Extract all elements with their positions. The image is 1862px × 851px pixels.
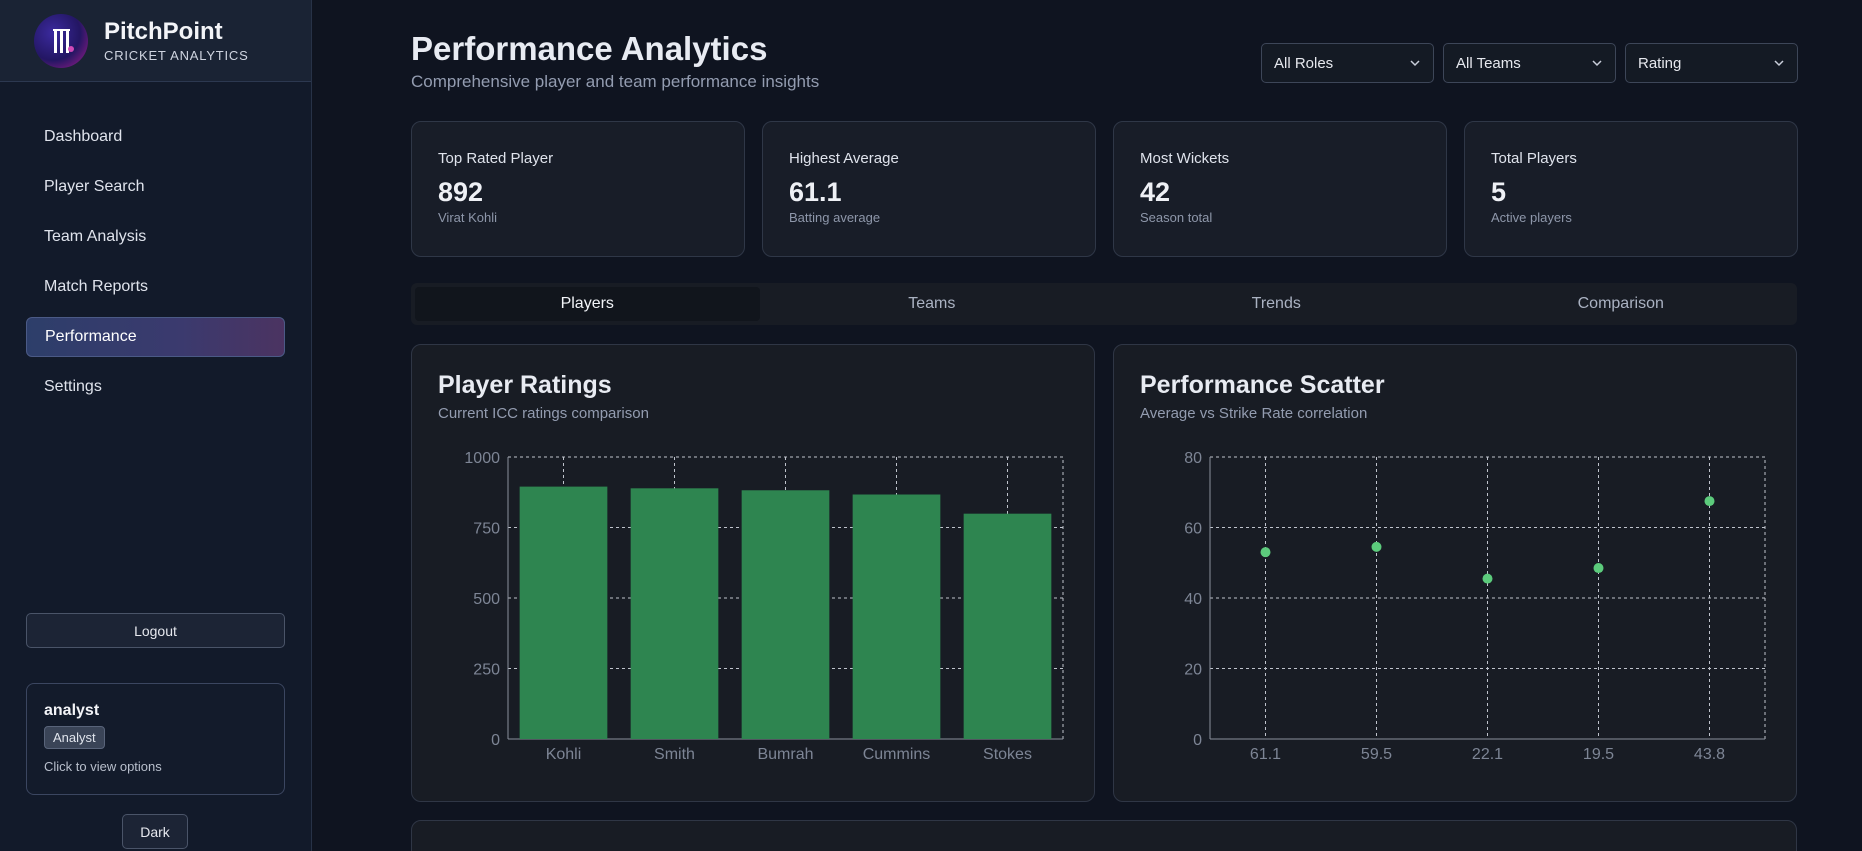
stat-note: Virat Kohli — [438, 210, 498, 225]
stat-value: 42 — [1140, 177, 1171, 207]
scatter-point — [1482, 573, 1493, 584]
tab-teams[interactable]: Teams — [760, 287, 1105, 321]
scatter-y-tick-label: 60 — [1184, 521, 1202, 538]
brand-name: PitchPoint — [104, 18, 223, 45]
sidebar-item-performance[interactable]: Performance — [26, 317, 285, 357]
ratings-x-tick-label: Cummins — [863, 746, 931, 763]
user-name: analyst — [44, 702, 100, 719]
sidebar-item-player-search[interactable]: Player Search — [26, 167, 285, 207]
ratings-y-tick-label: 250 — [473, 662, 500, 679]
player-ratings-panel: Player Ratings Current ICC ratings compa… — [411, 344, 1095, 802]
player-ratings-chart: 0 250 500 750 1000 Kohli Smith Bumrah Cummins Sto… — [464, 450, 1064, 763]
stat-note: Season total — [1140, 210, 1213, 225]
rating-bar — [852, 494, 941, 739]
ratings-y-tick-label: 750 — [473, 521, 500, 538]
ratings-y-tick-label: 0 — [491, 732, 500, 749]
stat-card-most-wickets: Most Wickets 42 Season total — [1113, 121, 1447, 257]
role-filter-select[interactable]: All Roles — [1261, 43, 1434, 83]
ratings-y-tick-label: 1000 — [464, 450, 500, 467]
rating-bar — [630, 488, 719, 739]
sidebar-item-match-reports[interactable]: Match Reports — [26, 267, 285, 307]
user-card[interactable]: analyst Analyst Click to view options — [26, 683, 285, 795]
performance-scatter-panel: Performance Scatter Average vs Strike Ra… — [1113, 344, 1797, 802]
theme-toggle-button[interactable]: Dark — [122, 814, 188, 849]
logout-button[interactable]: Logout — [26, 613, 285, 648]
scatter-y-tick-label: 40 — [1184, 591, 1202, 608]
role-badge: Analyst — [44, 726, 105, 749]
tab-players[interactable]: Players — [415, 287, 760, 321]
tab-trends[interactable]: Trends — [1104, 287, 1449, 321]
stat-label: Top Rated Player — [438, 150, 554, 167]
scatter-x-tick-label: 22.1 — [1472, 746, 1503, 763]
filter-bar: All Roles All Teams Rating — [1261, 43, 1798, 83]
scatter-point — [1704, 496, 1715, 507]
sort-filter-value: Rating — [1638, 54, 1682, 72]
page-title: Performance Analytics — [411, 30, 768, 67]
stat-label: Total Players — [1491, 150, 1577, 167]
brand-subtitle: CRICKET ANALYTICS — [104, 48, 249, 63]
team-filter-select[interactable]: All Teams — [1443, 43, 1616, 83]
scatter-point — [1371, 541, 1382, 552]
ratings-x-tick-label: Bumrah — [757, 746, 813, 763]
sidebar-nav: Dashboard Player Search Team Analysis Ma… — [26, 117, 285, 417]
view-tabs: Players Teams Trends Comparison — [411, 283, 1797, 325]
sidebar-item-team-analysis[interactable]: Team Analysis — [26, 217, 285, 257]
stat-card-top-rated: Top Rated Player 892 Virat Kohli — [411, 121, 745, 257]
page-subtitle: Comprehensive player and team performanc… — [411, 72, 820, 91]
ratings-x-tick-label: Kohli — [546, 746, 582, 763]
stat-note: Active players — [1491, 210, 1572, 225]
stat-card-highest-average: Highest Average 61.1 Batting average — [762, 121, 1096, 257]
role-filter-value: All Roles — [1274, 54, 1334, 72]
sidebar: PitchPoint CRICKET ANALYTICS Dashboard P… — [0, 0, 312, 851]
scatter-x-tick-label: 61.1 — [1250, 746, 1281, 763]
scatter-x-tick-label: 43.8 — [1694, 746, 1725, 763]
team-filter-value: All Teams — [1456, 54, 1521, 72]
user-card-hint: Click to view options — [44, 759, 162, 774]
chevron-down-icon — [1410, 60, 1420, 67]
rating-bar — [963, 513, 1052, 739]
stat-value: 5 — [1491, 177, 1507, 207]
rating-bar — [741, 490, 830, 739]
scatter-y-tick-label: 20 — [1184, 662, 1202, 679]
stats-row: Top Rated Player 892 Virat Kohli Highest… — [411, 121, 1798, 257]
rating-bar — [519, 486, 608, 739]
stat-note: Batting average — [789, 210, 881, 225]
brand: PitchPoint CRICKET ANALYTICS — [0, 0, 311, 82]
stat-value: 61.1 — [789, 177, 842, 207]
performance-scatter-chart: 0 20 40 60 80 61.1 59.5 22.1 19.5 43.8 — [1184, 450, 1766, 763]
stat-card-total-players: Total Players 5 Active players — [1464, 121, 1798, 257]
ratings-x-tick-label: Smith — [654, 746, 695, 763]
scatter-x-tick-label: 19.5 — [1583, 746, 1614, 763]
logo-icon — [34, 13, 88, 68]
sort-filter-select[interactable]: Rating — [1625, 43, 1798, 83]
stat-label: Most Wickets — [1140, 150, 1230, 167]
sidebar-item-settings[interactable]: Settings — [26, 367, 285, 407]
sidebar-item-dashboard[interactable]: Dashboard — [26, 117, 285, 157]
chevron-down-icon — [1592, 60, 1602, 67]
scatter-y-tick-label: 0 — [1193, 732, 1202, 749]
tab-comparison[interactable]: Comparison — [1449, 287, 1794, 321]
ratings-x-tick-label: Stokes — [983, 746, 1032, 763]
scatter-x-tick-label: 59.5 — [1361, 746, 1392, 763]
stat-value: 892 — [438, 177, 484, 207]
ratings-y-tick-label: 500 — [473, 591, 500, 608]
chevron-down-icon — [1774, 60, 1784, 67]
scatter-point — [1260, 547, 1271, 558]
scatter-point — [1593, 563, 1604, 574]
stat-label: Highest Average — [789, 150, 899, 167]
additional-panel — [411, 820, 1797, 851]
scatter-y-tick-label: 80 — [1184, 450, 1202, 467]
